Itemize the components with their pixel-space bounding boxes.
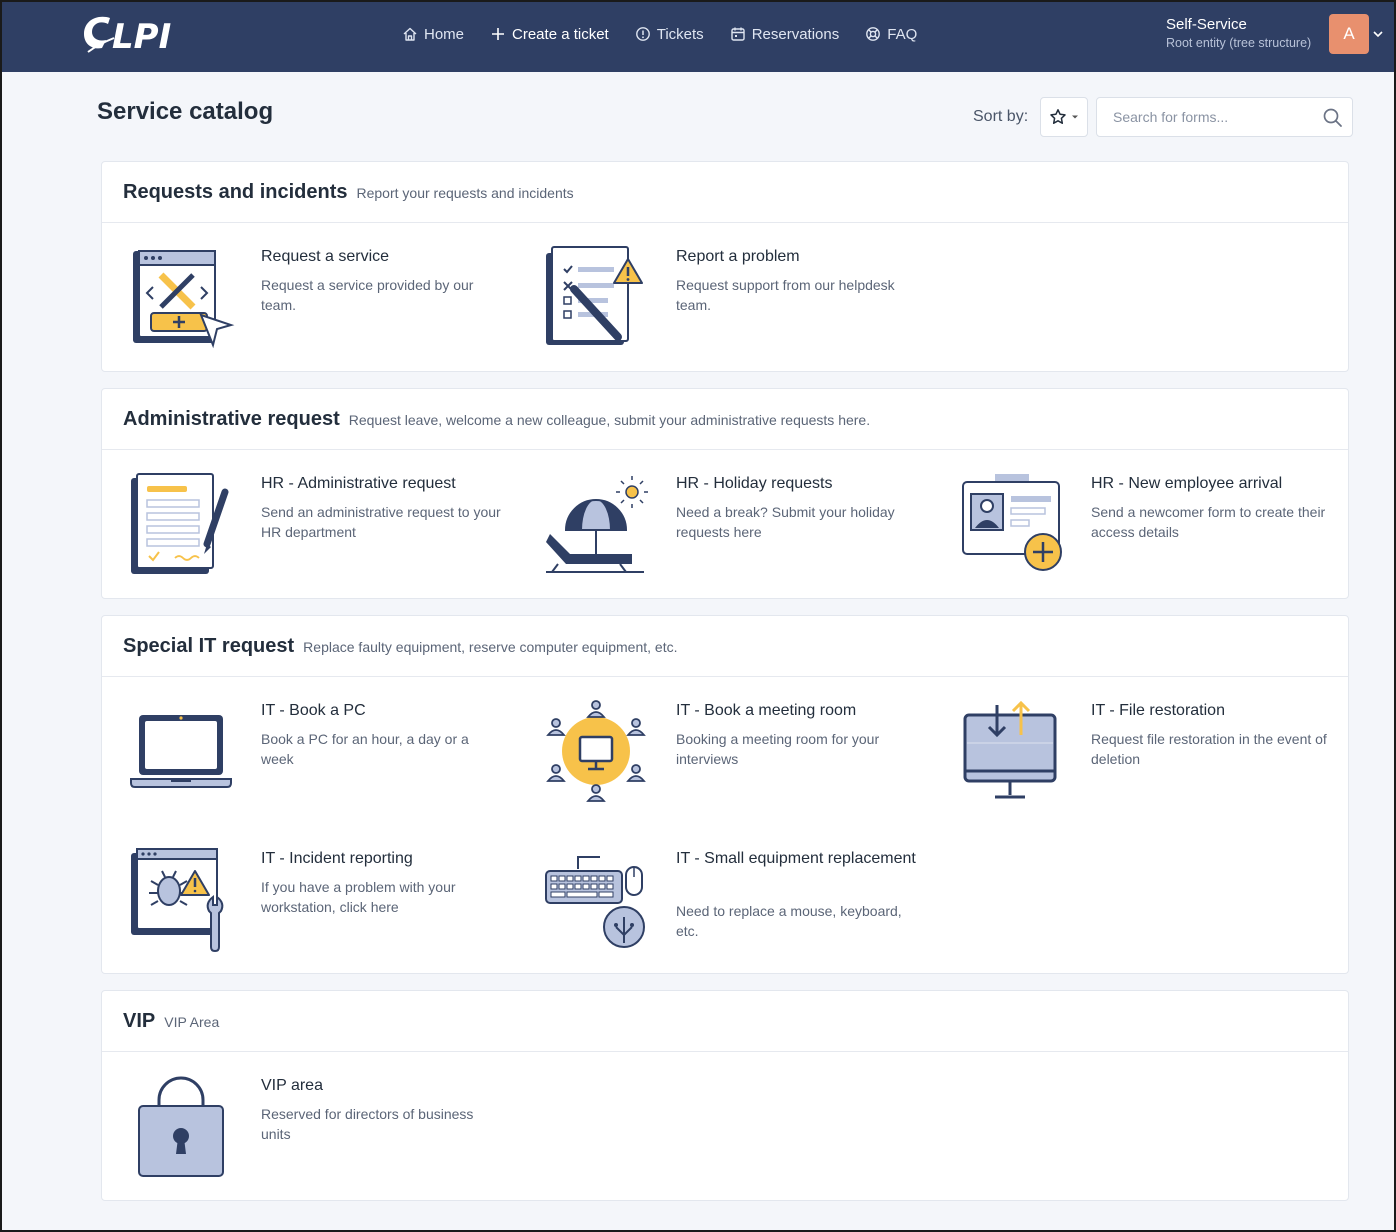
form-hr-holiday-requests[interactable]: HR - Holiday requests Need a break? Subm… xyxy=(544,472,944,592)
nav-tickets-label: Tickets xyxy=(656,25,704,43)
category-subtitle: Request leave, welcome a new colleague, … xyxy=(348,412,871,428)
form-name: HR - Administrative request xyxy=(261,475,456,492)
keyboard-mouse-illustration-icon xyxy=(545,856,645,948)
form-name: HR - Holiday requests xyxy=(676,475,833,492)
form-name: IT - Book a meeting room xyxy=(676,702,857,719)
category-administrative-request: Administrative request Request leave, we… xyxy=(101,388,1349,599)
nav-reservations-label: Reservations xyxy=(751,25,840,43)
category-requests-incidents: Requests and incidents Report your reque… xyxy=(101,161,1349,372)
form-description: Need a break? Submit your holiday reques… xyxy=(676,504,895,540)
category-header: Administrative request Request leave, we… xyxy=(102,389,1348,450)
top-navbar: LPI Home Create a ticket Tickets Reserva… xyxy=(0,0,1396,72)
search-icon[interactable] xyxy=(1322,107,1343,128)
form-hr-administrative-request[interactable]: HR - Administrative request Send an admi… xyxy=(129,472,529,592)
padlock-illustration-icon xyxy=(138,1076,224,1177)
form-description: Request support from our helpdesk team. xyxy=(676,277,895,313)
plus-icon xyxy=(492,28,505,40)
nav-create-ticket-label: Create a ticket xyxy=(512,25,609,43)
user-profile-name: Self-Service xyxy=(1166,16,1247,33)
user-profile[interactable]: Self-Service Root entity (tree structure… xyxy=(1166,16,1311,50)
laptop-illustration-icon xyxy=(130,715,232,788)
report-problem-illustration-icon xyxy=(546,246,643,345)
category-title: Special IT request xyxy=(123,634,295,657)
form-description: Send an administrative request to your H… xyxy=(261,504,501,540)
category-title: Administrative request xyxy=(123,407,340,430)
chevron-down-icon[interactable] xyxy=(1372,28,1384,40)
search-forms[interactable] xyxy=(1096,97,1353,137)
search-input[interactable] xyxy=(1097,98,1307,136)
form-it-small-equipment[interactable]: IT - Small equipment replacement Need to… xyxy=(544,847,944,967)
form-name: HR - New employee arrival xyxy=(1091,475,1283,492)
category-header: Special IT request Replace faulty equipm… xyxy=(102,616,1348,677)
category-subtitle: Replace faulty equipment, reserve comput… xyxy=(303,639,678,655)
nav-tickets[interactable]: Tickets xyxy=(635,26,704,43)
form-name: Request a service xyxy=(261,248,390,265)
id-badge-illustration-icon xyxy=(962,474,1062,571)
form-description: Need to replace a mouse, keyboard, etc. xyxy=(676,903,902,939)
category-subtitle: VIP Area xyxy=(164,1014,220,1030)
form-name: IT - Book a PC xyxy=(261,702,366,719)
nav-reservations[interactable]: Reservations xyxy=(730,25,840,43)
form-description: Book a PC for an hour, a day or a week xyxy=(261,731,469,767)
form-name: IT - Small equipment replacement xyxy=(676,850,916,867)
category-title: VIP xyxy=(123,1009,156,1032)
alert-circle-icon xyxy=(635,27,650,41)
user-entity: Root entity (tree structure) xyxy=(1166,36,1312,50)
avatar[interactable]: A xyxy=(1329,14,1369,54)
form-description: Booking a meeting room for your intervie… xyxy=(676,731,880,767)
request-service-illustration-icon xyxy=(133,250,235,349)
form-it-book-meeting-room[interactable]: IT - Book a meeting room Booking a meeti… xyxy=(544,699,944,819)
sort-dropdown[interactable] xyxy=(1040,97,1088,137)
meeting-room-illustration-icon xyxy=(546,700,646,802)
nav-home-label: Home xyxy=(424,25,465,43)
form-request-service[interactable]: Request a service Request a service prov… xyxy=(129,245,529,365)
calendar-icon xyxy=(730,27,745,41)
nav-home[interactable]: Home xyxy=(402,26,464,43)
svg-text:LPI: LPI xyxy=(112,17,171,56)
category-vip: VIP VIP Area VIP area Reserved for direc… xyxy=(101,990,1349,1201)
form-description: Reserved for directors of business units xyxy=(261,1106,474,1142)
nav-faq[interactable]: FAQ xyxy=(865,26,917,43)
form-hr-new-employee[interactable]: HR - New employee arrival Send a newcome… xyxy=(959,472,1359,592)
nav-create-ticket[interactable]: Create a ticket xyxy=(490,26,609,43)
form-it-incident-reporting[interactable]: IT - Incident reporting If you have a pr… xyxy=(129,847,529,967)
hr-document-illustration-icon xyxy=(131,473,229,574)
main-nav: Home Create a ticket Tickets Reservation… xyxy=(402,0,917,68)
category-subtitle: Report your requests and incidents xyxy=(356,185,574,201)
form-description: Request file restoration in the event of… xyxy=(1091,731,1327,767)
page-title: Service catalog xyxy=(97,98,274,125)
form-name: IT - Incident reporting xyxy=(261,850,413,867)
caret-down-icon xyxy=(1072,115,1078,119)
sort-label: Sort by: xyxy=(973,108,1029,125)
category-header: VIP VIP Area xyxy=(102,991,1348,1052)
nav-faq-label: FAQ xyxy=(887,25,918,43)
category-header: Requests and incidents Report your reque… xyxy=(102,162,1348,223)
bug-report-illustration-icon xyxy=(131,848,224,953)
form-name: Report a problem xyxy=(676,248,800,265)
form-it-book-pc[interactable]: IT - Book a PC Book a PC for an hour, a … xyxy=(129,699,529,819)
form-report-problem[interactable]: Report a problem Request support from ou… xyxy=(544,245,944,365)
form-name: VIP area xyxy=(261,1077,323,1094)
monitor-restore-illustration-icon xyxy=(963,700,1057,799)
form-vip-area[interactable]: VIP area Reserved for directors of busin… xyxy=(129,1074,529,1194)
form-description: If you have a problem with your workstat… xyxy=(261,879,456,915)
beach-umbrella-illustration-icon xyxy=(546,476,648,573)
star-icon xyxy=(1050,109,1066,124)
form-description: Send a newcomer form to create their acc… xyxy=(1091,504,1326,540)
form-name: IT - File restoration xyxy=(1091,702,1225,719)
glpi-logo[interactable]: LPI xyxy=(80,10,190,56)
form-it-file-restoration[interactable]: IT - File restoration Request file resto… xyxy=(959,699,1359,819)
form-description: Request a service provided by our team. xyxy=(261,277,474,313)
lifebuoy-icon xyxy=(866,27,881,41)
home-icon xyxy=(403,27,417,41)
category-special-it-request: Special IT request Replace faulty equipm… xyxy=(101,615,1349,974)
category-title: Requests and incidents xyxy=(123,180,348,203)
